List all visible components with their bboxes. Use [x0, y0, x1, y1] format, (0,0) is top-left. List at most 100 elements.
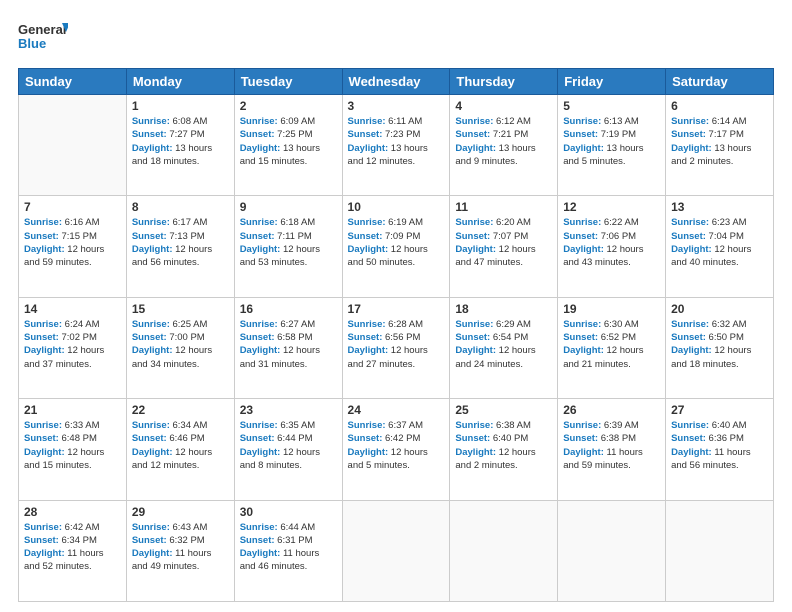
sunset-label: Sunset:	[132, 129, 167, 140]
sunset-label: Sunset:	[671, 332, 706, 343]
calendar-cell: 16 Sunrise: 6:27 AM Sunset: 6:58 PM Dayl…	[234, 297, 342, 398]
sunset-label: Sunset:	[455, 433, 490, 444]
day-number: 30	[240, 505, 337, 519]
day-info: Sunrise: 6:37 AM Sunset: 6:42 PM Dayligh…	[348, 419, 445, 472]
sunset-label: Sunset:	[671, 129, 706, 140]
sunset-label: Sunset:	[240, 332, 275, 343]
daylight-label: Daylight:	[132, 143, 173, 154]
sunrise-label: Sunrise:	[348, 420, 386, 431]
day-number: 10	[348, 200, 445, 214]
daylight-label: Daylight:	[132, 447, 173, 458]
sunset-label: Sunset:	[563, 231, 598, 242]
sunrise-label: Sunrise:	[240, 420, 278, 431]
daylight-label: Daylight:	[240, 244, 281, 255]
sunrise-label: Sunrise:	[24, 522, 62, 533]
daylight-label: Daylight:	[24, 447, 65, 458]
weekday-header: Tuesday	[234, 69, 342, 95]
calendar-cell	[558, 500, 666, 601]
calendar-cell: 5 Sunrise: 6:13 AM Sunset: 7:19 PM Dayli…	[558, 95, 666, 196]
calendar-week-row: 14 Sunrise: 6:24 AM Sunset: 7:02 PM Dayl…	[19, 297, 774, 398]
calendar-cell: 27 Sunrise: 6:40 AM Sunset: 6:36 PM Dayl…	[666, 399, 774, 500]
weekday-header: Sunday	[19, 69, 127, 95]
daylight-label: Daylight:	[563, 345, 604, 356]
calendar-cell: 12 Sunrise: 6:22 AM Sunset: 7:06 PM Dayl…	[558, 196, 666, 297]
sunrise-label: Sunrise:	[671, 116, 709, 127]
daylight-label: Daylight:	[563, 447, 604, 458]
daylight-label: Daylight:	[240, 345, 281, 356]
calendar-cell	[342, 500, 450, 601]
sunset-label: Sunset:	[348, 231, 383, 242]
calendar-cell: 21 Sunrise: 6:33 AM Sunset: 6:48 PM Dayl…	[19, 399, 127, 500]
daylight-label: Daylight:	[348, 447, 389, 458]
day-number: 4	[455, 99, 552, 113]
daylight-label: Daylight:	[348, 143, 389, 154]
sunrise-label: Sunrise:	[240, 217, 278, 228]
calendar-body: 1 Sunrise: 6:08 AM Sunset: 7:27 PM Dayli…	[19, 95, 774, 602]
calendar-week-row: 7 Sunrise: 6:16 AM Sunset: 7:15 PM Dayli…	[19, 196, 774, 297]
day-info: Sunrise: 6:43 AM Sunset: 6:32 PM Dayligh…	[132, 521, 229, 574]
day-number: 6	[671, 99, 768, 113]
sunset-label: Sunset:	[455, 332, 490, 343]
sunrise-label: Sunrise:	[455, 116, 493, 127]
sunset-label: Sunset:	[671, 433, 706, 444]
sunrise-label: Sunrise:	[455, 217, 493, 228]
weekday-header: Wednesday	[342, 69, 450, 95]
sunset-label: Sunset:	[348, 129, 383, 140]
sunset-label: Sunset:	[455, 129, 490, 140]
day-number: 21	[24, 403, 121, 417]
day-number: 15	[132, 302, 229, 316]
calendar-table: SundayMondayTuesdayWednesdayThursdayFrid…	[18, 68, 774, 602]
day-number: 25	[455, 403, 552, 417]
day-info: Sunrise: 6:28 AM Sunset: 6:56 PM Dayligh…	[348, 318, 445, 371]
calendar-cell: 7 Sunrise: 6:16 AM Sunset: 7:15 PM Dayli…	[19, 196, 127, 297]
day-info: Sunrise: 6:32 AM Sunset: 6:50 PM Dayligh…	[671, 318, 768, 371]
calendar-week-row: 1 Sunrise: 6:08 AM Sunset: 7:27 PM Dayli…	[19, 95, 774, 196]
sunrise-label: Sunrise:	[24, 420, 62, 431]
weekday-header: Thursday	[450, 69, 558, 95]
sunset-label: Sunset:	[563, 129, 598, 140]
daylight-label: Daylight:	[24, 345, 65, 356]
calendar-week-row: 28 Sunrise: 6:42 AM Sunset: 6:34 PM Dayl…	[19, 500, 774, 601]
sunset-label: Sunset:	[132, 332, 167, 343]
daylight-label: Daylight:	[671, 143, 712, 154]
day-number: 29	[132, 505, 229, 519]
sunset-label: Sunset:	[24, 433, 59, 444]
day-number: 2	[240, 99, 337, 113]
daylight-label: Daylight:	[455, 447, 496, 458]
calendar-cell: 15 Sunrise: 6:25 AM Sunset: 7:00 PM Dayl…	[126, 297, 234, 398]
day-number: 28	[24, 505, 121, 519]
sunset-label: Sunset:	[240, 129, 275, 140]
sunrise-label: Sunrise:	[671, 420, 709, 431]
sunrise-label: Sunrise:	[240, 522, 278, 533]
day-info: Sunrise: 6:40 AM Sunset: 6:36 PM Dayligh…	[671, 419, 768, 472]
daylight-label: Daylight:	[671, 345, 712, 356]
daylight-label: Daylight:	[240, 548, 281, 559]
sunset-label: Sunset:	[132, 231, 167, 242]
calendar-cell: 20 Sunrise: 6:32 AM Sunset: 6:50 PM Dayl…	[666, 297, 774, 398]
day-number: 8	[132, 200, 229, 214]
day-info: Sunrise: 6:11 AM Sunset: 7:23 PM Dayligh…	[348, 115, 445, 168]
day-number: 19	[563, 302, 660, 316]
daylight-label: Daylight:	[348, 244, 389, 255]
day-number: 23	[240, 403, 337, 417]
sunrise-label: Sunrise:	[24, 319, 62, 330]
daylight-label: Daylight:	[240, 143, 281, 154]
day-info: Sunrise: 6:42 AM Sunset: 6:34 PM Dayligh…	[24, 521, 121, 574]
day-number: 16	[240, 302, 337, 316]
day-info: Sunrise: 6:20 AM Sunset: 7:07 PM Dayligh…	[455, 216, 552, 269]
day-info: Sunrise: 6:09 AM Sunset: 7:25 PM Dayligh…	[240, 115, 337, 168]
sunrise-label: Sunrise:	[348, 217, 386, 228]
svg-text:Blue: Blue	[18, 36, 46, 51]
day-number: 27	[671, 403, 768, 417]
svg-text:General: General	[18, 22, 66, 37]
sunset-label: Sunset:	[563, 433, 598, 444]
weekday-header: Friday	[558, 69, 666, 95]
sunrise-label: Sunrise:	[671, 319, 709, 330]
day-number: 14	[24, 302, 121, 316]
sunset-label: Sunset:	[132, 535, 167, 546]
page: General Blue SundayMondayTuesdayWednesda…	[0, 0, 792, 612]
sunrise-label: Sunrise:	[132, 420, 170, 431]
sunrise-label: Sunrise:	[240, 319, 278, 330]
sunrise-label: Sunrise:	[132, 319, 170, 330]
calendar-cell: 18 Sunrise: 6:29 AM Sunset: 6:54 PM Dayl…	[450, 297, 558, 398]
